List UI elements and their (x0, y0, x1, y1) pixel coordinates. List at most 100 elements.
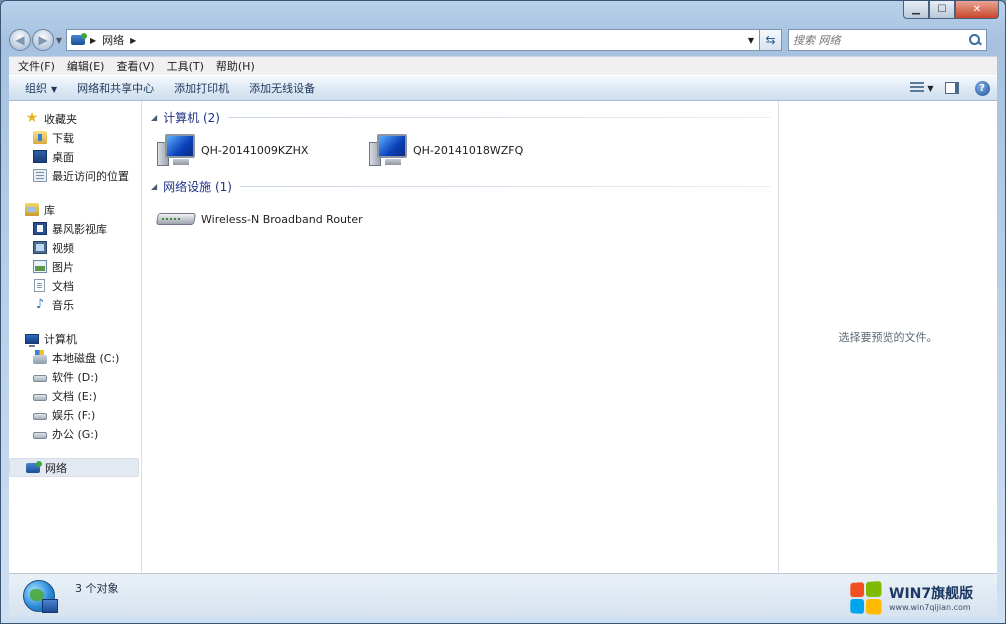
computers-row: QH-20141009KZHX QH-20141018WZFQ (151, 125, 778, 175)
breadcrumb-separator-icon[interactable]: ▶ (90, 36, 96, 45)
nav-item-drive-g[interactable]: 办公 (G:) (9, 424, 141, 443)
item-label: Wireless-N Broadband Router (201, 212, 363, 226)
watermark-text: WIN7旗舰版 www.win7qijian.com (889, 587, 973, 612)
menu-help[interactable]: 帮助(H) (211, 58, 260, 74)
back-arrow-icon: ◀ (15, 33, 25, 47)
list-item-computer[interactable]: QH-20141009KZHX (157, 132, 369, 168)
drive-icon (33, 394, 47, 401)
watermark-url: www.win7qijian.com (889, 602, 971, 612)
network-icon (26, 460, 42, 473)
network-computer-icon (369, 132, 407, 168)
nav-item-label: 视频 (52, 241, 74, 255)
group-header-label: 计算机 (2) (163, 110, 220, 125)
minimize-button[interactable]: ▁ (903, 1, 929, 19)
nav-item-libraries[interactable]: 库 (9, 200, 141, 219)
address-dropdown-icon[interactable]: ▼ (743, 36, 759, 45)
search-input[interactable] (793, 33, 968, 47)
nav-item-label: 娱乐 (F:) (52, 408, 96, 422)
nav-item-drive-f[interactable]: 娱乐 (F:) (9, 405, 141, 424)
breadcrumb-separator-icon[interactable]: ▶ (130, 36, 136, 45)
nav-item-downloads[interactable]: 下载 (9, 128, 141, 147)
organize-label: 组织 (25, 82, 47, 95)
menu-view[interactable]: 查看(V) (111, 58, 159, 74)
nav-item-label: 软件 (D:) (52, 370, 99, 384)
infrastructure-row: Wireless-N Broadband Router (151, 194, 778, 244)
maximize-button[interactable]: ☐ (929, 1, 955, 19)
nav-item-drive-d[interactable]: 软件 (D:) (9, 367, 141, 386)
chevron-down-icon: ▼ (927, 83, 934, 93)
network-computer-icon (157, 132, 195, 168)
address-row: ◀ ▶ ▼ ▶ 网络 ▶ ▼ ⇆ (9, 27, 997, 53)
nav-group-favorites: ★ 收藏夹 下载 桌面 最近访问的位置 (9, 109, 141, 185)
change-view-button[interactable]: ▼ (907, 78, 937, 98)
explorer-window: ▁ ☐ ✕ ◀ ▶ ▼ ▶ 网络 ▶ ▼ ⇆ 文件(F) 编辑(E) 查看(V)… (0, 0, 1006, 624)
nav-group-libraries: 库 暴风影视库 视频 图片 文档 ♪ 音乐 (9, 200, 141, 314)
nav-item-baofeng-library[interactable]: 暴风影视库 (9, 219, 141, 238)
group-header-computers[interactable]: ◢ 计算机 (2) (151, 109, 778, 125)
nav-item-drive-e[interactable]: 文档 (E:) (9, 386, 141, 405)
video-icon (33, 241, 47, 254)
music-note-icon: ♪ (35, 297, 45, 312)
nav-item-videos[interactable]: 视频 (9, 238, 141, 257)
network-icon (71, 33, 87, 45)
menu-edit[interactable]: 编辑(E) (62, 58, 110, 74)
network-globe-icon (23, 579, 58, 613)
nav-item-label: 计算机 (44, 332, 77, 346)
nav-item-label: 文档 (52, 279, 74, 293)
recent-pages-dropdown[interactable]: ▼ (54, 36, 64, 45)
nav-item-music[interactable]: ♪ 音乐 (9, 295, 141, 314)
preview-pane-button[interactable] (937, 78, 967, 98)
computer-icon (25, 333, 39, 347)
nav-item-label: 本地磁盘 (C:) (52, 351, 120, 365)
nav-item-desktop[interactable]: 桌面 (9, 147, 141, 166)
nav-item-label: 下载 (52, 131, 74, 145)
help-button[interactable]: ? (967, 78, 997, 98)
command-bar-right: ▼ ? (907, 78, 997, 98)
nav-item-pictures[interactable]: 图片 (9, 257, 141, 276)
desktop-icon (33, 150, 47, 163)
item-count: 3 个对象 (75, 581, 119, 595)
nav-item-computer[interactable]: 计算机 (9, 329, 141, 348)
search-icon[interactable] (968, 33, 982, 47)
nav-item-documents[interactable]: 文档 (9, 276, 141, 295)
watermark-title: WIN7旗舰版 (889, 585, 974, 602)
nav-item-drive-c[interactable]: 本地磁盘 (C:) (9, 348, 141, 367)
add-wireless-device-button[interactable]: 添加无线设备 (241, 80, 323, 96)
close-button[interactable]: ✕ (955, 1, 999, 19)
group-header-infrastructure[interactable]: ◢ 网络设施 (1) (151, 178, 778, 194)
breadcrumb-network[interactable]: 网络 (102, 32, 124, 48)
forward-arrow-icon: ▶ (38, 33, 48, 47)
organize-button[interactable]: 组织 ▼ (17, 80, 65, 96)
library-icon (25, 203, 39, 216)
nav-item-network[interactable]: 网络 (9, 458, 139, 477)
nav-item-favorites[interactable]: ★ 收藏夹 (9, 109, 141, 128)
item-label: QH-20141018WZFQ (413, 143, 524, 157)
collapse-triangle-icon[interactable]: ◢ (151, 182, 157, 191)
group-header-label: 网络设施 (1) (163, 179, 232, 194)
drive-icon (33, 375, 47, 382)
file-list-pane: ◢ 计算机 (2) QH-20141009KZHX QH-20141018WZF… (142, 101, 779, 573)
group-divider (239, 185, 770, 187)
list-item-router[interactable]: Wireless-N Broadband Router (155, 209, 397, 229)
router-icon (155, 209, 197, 229)
refresh-button[interactable]: ⇆ (760, 29, 782, 51)
system-drive-icon (33, 349, 47, 364)
network-sharing-center-button[interactable]: 网络和共享中心 (69, 80, 162, 96)
back-button[interactable]: ◀ (9, 29, 31, 51)
preview-message: 选择要预览的文件。 (838, 331, 938, 344)
add-printer-button[interactable]: 添加打印机 (166, 80, 237, 96)
list-item-computer[interactable]: QH-20141018WZFQ (369, 132, 581, 168)
group-divider (227, 116, 770, 118)
refresh-icon: ⇆ (765, 33, 776, 47)
menu-bar: 文件(F) 编辑(E) 查看(V) 工具(T) 帮助(H) (9, 56, 997, 75)
collapse-triangle-icon[interactable]: ◢ (151, 113, 157, 122)
nav-group-network: 网络 (9, 458, 141, 477)
menu-tools[interactable]: 工具(T) (162, 58, 209, 74)
address-bar[interactable]: ▶ 网络 ▶ ▼ (66, 29, 760, 51)
nav-item-recent-places[interactable]: 最近访问的位置 (9, 166, 141, 185)
search-box[interactable] (788, 29, 987, 51)
forward-button[interactable]: ▶ (32, 29, 54, 51)
view-list-icon (910, 82, 925, 94)
nav-group-computer: 计算机 本地磁盘 (C:) 软件 (D:) 文档 (E:) 娱乐 (F:) 办公… (9, 329, 141, 443)
menu-file[interactable]: 文件(F) (13, 58, 60, 74)
